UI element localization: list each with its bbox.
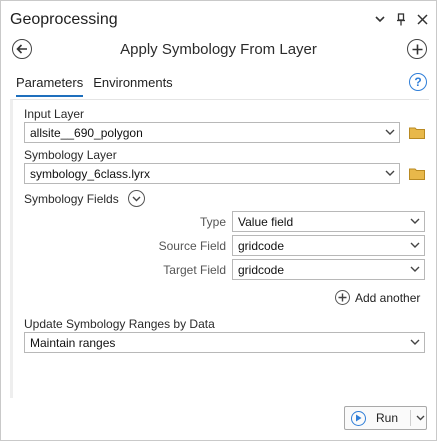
- pane-controls: [374, 12, 428, 26]
- type-label: Type: [199, 215, 226, 229]
- run-divider: [410, 410, 411, 426]
- close-icon[interactable]: [416, 12, 428, 26]
- input-layer-label: Input Layer: [24, 107, 85, 121]
- target-field-label: Target Field: [163, 263, 226, 277]
- tab-environments[interactable]: Environments: [93, 75, 172, 97]
- add-another-button[interactable]: Add another: [335, 290, 420, 305]
- target-field-dropdown[interactable]: gridcode: [232, 259, 425, 280]
- input-layer-dropdown[interactable]: allsite__690_polygon: [24, 122, 400, 143]
- chevron-down-icon: [385, 129, 395, 135]
- tool-tabs: Parameters Environments: [16, 75, 173, 97]
- type-value: Value field: [238, 215, 294, 229]
- symbology-layer-value: symbology_6class.lyrx: [30, 167, 151, 181]
- run-button[interactable]: Run: [344, 406, 427, 430]
- chevron-down-icon: [410, 242, 420, 248]
- plus-icon: [412, 44, 422, 54]
- source-field-label: Source Field: [158, 239, 226, 253]
- chevron-down-icon: [385, 170, 395, 176]
- run-icon: [351, 410, 366, 426]
- symbology-layer-label: Symbology Layer: [24, 148, 117, 162]
- run-options-chevron-icon[interactable]: [416, 415, 425, 421]
- pin-icon[interactable]: [395, 12, 407, 26]
- chevron-down-icon: [132, 196, 141, 201]
- tool-title: Apply Symbology From Layer: [120, 41, 317, 58]
- folder-icon[interactable]: [409, 167, 425, 180]
- update-ranges-value: Maintain ranges: [30, 336, 116, 350]
- run-label: Run: [376, 411, 399, 425]
- source-field-dropdown[interactable]: gridcode: [232, 235, 425, 256]
- type-dropdown[interactable]: Value field: [232, 211, 425, 232]
- collapse-button[interactable]: [128, 190, 145, 207]
- add-another-label: Add another: [355, 290, 421, 305]
- input-layer-value: allsite__690_polygon: [30, 126, 143, 140]
- plus-icon: [335, 290, 350, 305]
- menu-chevron-icon[interactable]: [374, 12, 386, 26]
- help-icon[interactable]: ?: [409, 73, 427, 91]
- geoprocessing-pane: Geoprocessing Apply Symbology From Layer…: [0, 0, 437, 441]
- pane-title: Geoprocessing: [10, 11, 118, 28]
- target-field-value: gridcode: [238, 263, 285, 277]
- chevron-down-icon: [410, 266, 420, 272]
- parameters-form: Input Layer allsite__690_polygon Symbolo…: [10, 99, 429, 398]
- source-field-value: gridcode: [238, 239, 285, 253]
- pane-titlebar: Geoprocessing: [1, 1, 436, 37]
- add-to-favorites-button[interactable]: [407, 39, 427, 59]
- update-ranges-label: Update Symbology Ranges by Data: [24, 317, 215, 331]
- symbology-fields-label: Symbology Fields: [24, 192, 119, 206]
- update-ranges-dropdown[interactable]: Maintain ranges: [24, 332, 425, 353]
- symbology-layer-dropdown[interactable]: symbology_6class.lyrx: [24, 163, 400, 184]
- tool-header: Apply Symbology From Layer: [1, 37, 436, 65]
- chevron-down-icon: [410, 218, 420, 224]
- folder-icon[interactable]: [409, 126, 425, 139]
- tab-parameters[interactable]: Parameters: [16, 75, 84, 97]
- chevron-down-icon: [410, 339, 420, 345]
